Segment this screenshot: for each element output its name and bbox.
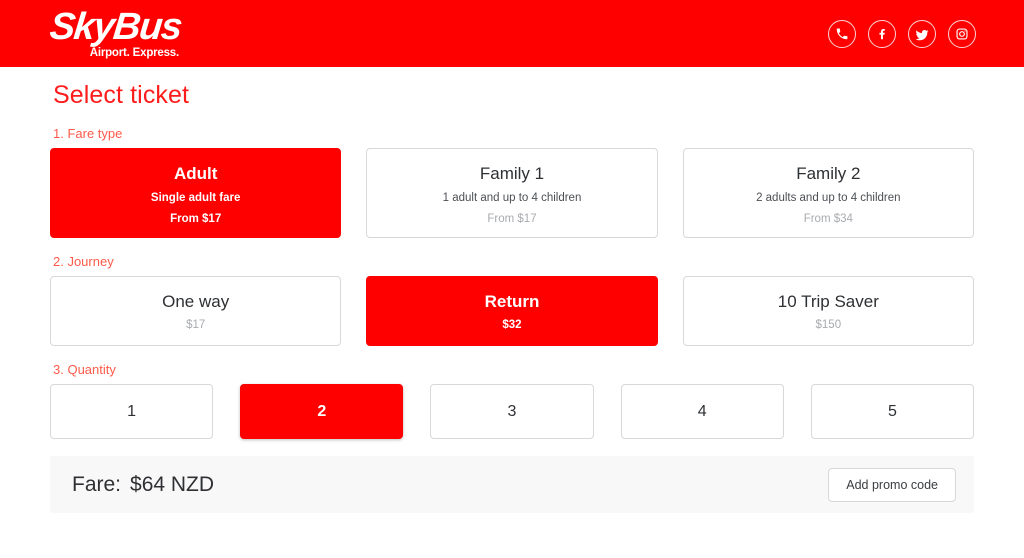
fare-option-description: Single adult fare bbox=[150, 191, 241, 204]
fare-option-family-2[interactable]: Family 2 2 adults and up to 4 children F… bbox=[682, 148, 974, 238]
journey-option-title: Return bbox=[484, 291, 540, 311]
fare-total-label: Fare: bbox=[72, 472, 122, 496]
journey-option-one-way[interactable]: One way $17 bbox=[50, 276, 342, 346]
journey-option-price: $32 bbox=[502, 318, 522, 331]
quantity-option-5[interactable]: 5 bbox=[810, 384, 975, 439]
fare-option-title: Family 1 bbox=[479, 163, 545, 183]
step-label-quantity: 3. Quantity bbox=[53, 362, 116, 377]
step-label-fare-type: 1. Fare type bbox=[53, 126, 123, 141]
step-label-journey: 2. Journey bbox=[53, 254, 114, 269]
quantity-option-2[interactable]: 2 bbox=[240, 384, 404, 439]
journey-option-price: $17 bbox=[186, 318, 206, 331]
fare-summary-bar: Fare: $64 NZD Add promo code bbox=[50, 456, 974, 513]
fare-option-price: From $17 bbox=[170, 212, 222, 225]
fare-option-description: 2 adults and up to 4 children bbox=[756, 191, 901, 204]
quantity-option-4[interactable]: 4 bbox=[620, 384, 784, 439]
add-promo-code-button[interactable]: Add promo code bbox=[828, 467, 956, 502]
journey-option-title: 10 Trip Saver bbox=[777, 291, 879, 311]
journey-options: One way $17 Return $32 10 Trip Saver $15… bbox=[50, 276, 974, 346]
site-header: SkyBus Airport. Express. bbox=[0, 0, 1024, 67]
instagram-icon[interactable] bbox=[948, 20, 976, 48]
ticket-selection-panel: Select ticket 1. Fare type Adult Single … bbox=[0, 81, 1024, 513]
fare-option-price: From $17 bbox=[487, 212, 537, 225]
journey-option-return[interactable]: Return $32 bbox=[366, 276, 658, 346]
fare-option-title: Family 2 bbox=[796, 163, 861, 183]
fare-total: Fare: $64 NZD bbox=[72, 473, 214, 497]
journey-option-10-trip-saver[interactable]: 10 Trip Saver $150 bbox=[682, 276, 974, 346]
fare-type-options: Adult Single adult fare From $17 Family … bbox=[50, 148, 974, 238]
quantity-option-1[interactable]: 1 bbox=[50, 384, 214, 439]
journey-option-title: One way bbox=[162, 291, 230, 311]
phone-icon[interactable] bbox=[828, 20, 856, 48]
journey-option-price: $150 bbox=[815, 318, 842, 331]
logo-wordmark: SkyBus bbox=[47, 5, 184, 48]
fare-total-amount: $64 NZD bbox=[130, 472, 215, 496]
fare-option-adult[interactable]: Adult Single adult fare From $17 bbox=[50, 148, 342, 238]
quantity-options: 1 2 3 4 5 bbox=[50, 384, 975, 439]
logo-tagline: Airport. Express. bbox=[89, 46, 180, 59]
twitter-icon[interactable] bbox=[908, 20, 936, 48]
skybus-logo[interactable]: SkyBus Airport. Express. bbox=[47, 5, 184, 60]
quantity-option-3[interactable]: 3 bbox=[430, 384, 594, 439]
fare-option-title: Adult bbox=[173, 163, 218, 183]
social-links bbox=[828, 20, 976, 48]
fare-option-price: From $34 bbox=[803, 212, 853, 225]
page-title: Select ticket bbox=[53, 81, 190, 109]
fare-option-description: 1 adult and up to 4 children bbox=[442, 191, 582, 204]
fare-option-family-1[interactable]: Family 1 1 adult and up to 4 children Fr… bbox=[366, 148, 658, 238]
facebook-icon[interactable] bbox=[868, 20, 896, 48]
